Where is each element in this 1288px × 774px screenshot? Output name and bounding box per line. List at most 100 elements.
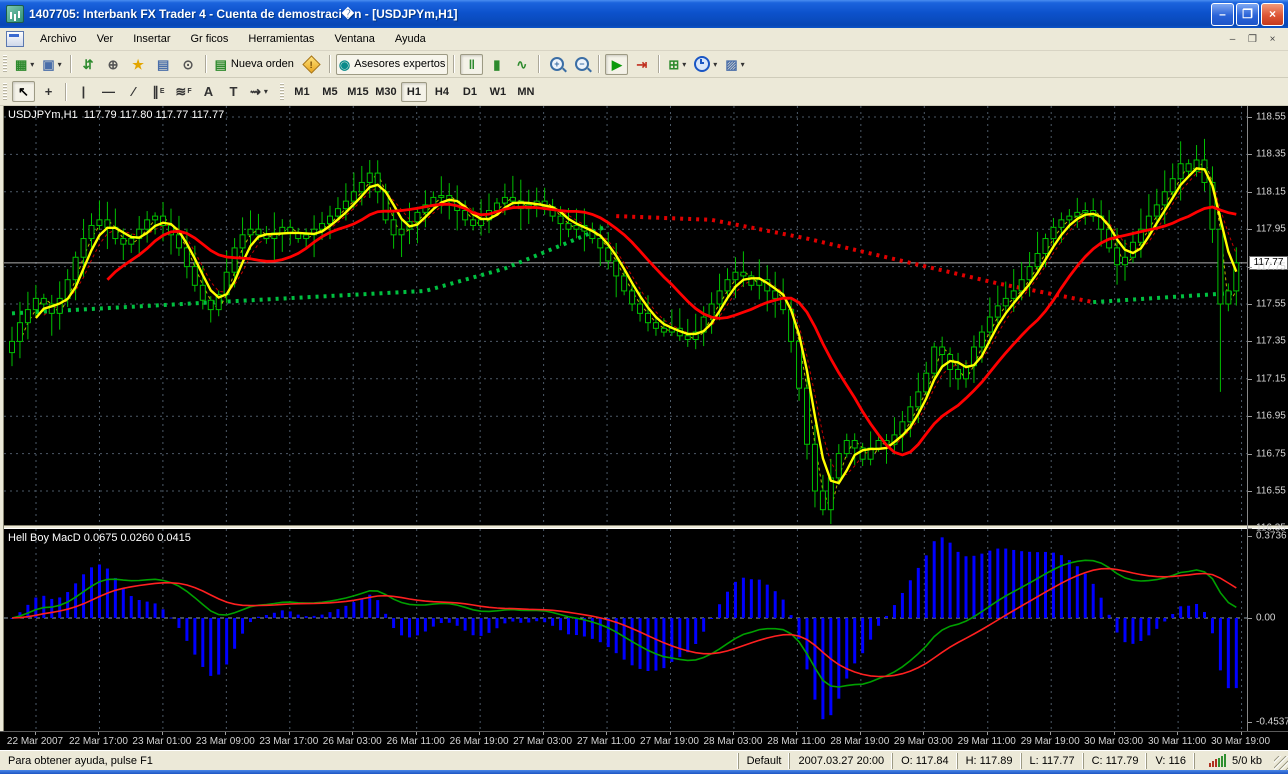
time-tick-mark [352,732,353,735]
cursor-button[interactable]: ↖ [12,81,35,102]
autoscroll-button[interactable]: ▶ [605,54,628,75]
chart-shift-icon: ⇥ [636,58,647,71]
standard-toolbar: ▦▾▣▾ ⇵⊕★ ▤ ⊙ ▤Nueva orden! ◉Asesores expertos… [0,51,1288,78]
text-label-button[interactable]: T [222,81,245,102]
chart-candles-button[interactable]: ▮ [485,54,508,75]
templates-button[interactable]: ▨▾ [722,54,747,75]
resize-grip[interactable] [1274,756,1288,770]
data-window-icon: ▤ [157,58,169,71]
axis-tick-mark [1248,536,1252,537]
timeframe-m15-button[interactable]: M15 [345,82,371,102]
child-close-button[interactable]: × [1263,31,1282,48]
periods-button[interactable]: ▾ [691,54,720,75]
text-button[interactable]: A [197,81,220,102]
menu-ventana[interactable]: Ventana [324,30,384,48]
price-tick: 117.75 [1256,261,1286,272]
timeframe-m5-button[interactable]: M5 [317,82,343,102]
status-bar-time: 2007.03.27 20:00 [789,753,892,769]
axis-tick-mark [1248,454,1252,455]
price-tick: 116.95 [1256,411,1286,422]
indicators-icon: ⊞ [668,58,679,71]
horizontal-line-button[interactable]: — [97,81,120,102]
toolbar-grip[interactable] [3,55,7,73]
chart-line-button[interactable]: ∿ [510,54,533,75]
menu-herramientas[interactable]: Herramientas [238,30,324,48]
dropdown-arrow-icon: ▾ [58,60,62,69]
timeframe-m30-button[interactable]: M30 [373,82,399,102]
indicators-button[interactable]: ⊞▾ [665,54,689,75]
crosshair-button[interactable]: + [37,81,60,102]
minimize-button[interactable]: – [1211,3,1234,26]
toolbar-grip[interactable] [3,83,7,101]
autoscroll-icon: ▶ [612,58,622,71]
time-tick-mark [35,732,36,735]
vertical-line-button[interactable]: | [72,81,95,102]
status-profile[interactable]: Default [738,753,790,769]
indicator-label: Hell Boy MacD 0.0675 0.0260 0.0415 [8,532,191,544]
status-high: H: 117.89 [957,753,1021,769]
text-icon: A [204,85,213,98]
time-axis[interactable]: 22 Mar 200722 Mar 17:0023 Mar 01:0023 Ma… [0,731,1288,751]
time-tick-mark [162,732,163,735]
menu-insertar[interactable]: Insertar [123,30,180,48]
zoom-in-button[interactable]: + [545,54,568,75]
arrows-button[interactable]: ⇝▾ [247,81,271,102]
menu-ayuda[interactable]: Ayuda [385,30,436,48]
time-tick-mark [1050,732,1051,735]
menu-archivo[interactable]: Archivo [30,30,87,48]
chart-bars-button[interactable]: ‖ [460,54,483,75]
time-tick-label: 23 Mar 09:00 [196,736,255,747]
data-window-button[interactable]: ▤ [152,54,175,75]
asesores-expertos-button[interactable]: ◉Asesores expertos [336,54,448,75]
time-tick-mark [479,732,480,735]
axis-tick-mark [1248,117,1252,118]
time-tick-label: 30 Mar 03:00 [1084,736,1143,747]
time-tick-mark [225,732,226,735]
toolbar-grip[interactable] [280,83,284,101]
strategy-tester-button[interactable]: ⊙ [177,54,200,75]
connection-status-icon [1203,754,1232,767]
close-button[interactable]: × [1261,3,1284,26]
child-minimize-button[interactable]: – [1223,31,1242,48]
axis-tick-mark [1248,722,1252,723]
timeframe-d1-button[interactable]: D1 [457,82,483,102]
nueva-orden-label: Nueva orden [231,58,294,70]
timeframe-mn-button[interactable]: MN [513,82,539,102]
periods-icon [694,56,710,72]
fibonacci-icon: ≋F [175,85,191,98]
zoom-out-button[interactable]: − [570,54,593,75]
status-open: O: 117.84 [892,753,957,769]
navigator-button[interactable]: ⊕ [102,54,125,75]
new-chart-button[interactable]: ▦▾ [12,54,37,75]
indicator-max-tick: 0.3736 [1256,531,1287,542]
menu-ver[interactable]: Ver [87,30,124,48]
toolbar-separator [205,55,207,73]
chart-shift-button[interactable]: ⇥ [630,54,653,75]
toolbar-separator [658,55,660,73]
axis-tick-mark [1248,192,1252,193]
equidistant-channel-button[interactable]: ∥E [147,81,170,102]
chart-line-icon: ∿ [516,58,527,71]
important-icon: ! [302,55,320,73]
main-chart-pane[interactable]: USDJPYm,H1 117.79 117.80 117.77 117.77 [4,106,1247,525]
profiles-button[interactable]: ▣▾ [39,54,64,75]
market-watch-button[interactable]: ⇵ [77,54,100,75]
favorites-button[interactable]: ★ [127,54,150,75]
maximize-button[interactable]: ❐ [1236,3,1259,26]
important-button[interactable]: ! [299,54,324,75]
line-studies-group: ↖+ |—∕∥E ≋F AT⇝▾ [11,81,272,102]
trendline-button[interactable]: ∕ [122,81,145,102]
nueva-orden-button[interactable]: ▤Nueva orden [212,54,297,75]
timeframe-h4-button[interactable]: H4 [429,82,455,102]
toolbar-separator [598,55,600,73]
menu-graficos[interactable]: Gr ficos [181,30,239,48]
timeframe-m1-button[interactable]: M1 [289,82,315,102]
fibonacci-button[interactable]: ≋F [172,81,195,102]
timeframe-w1-button[interactable]: W1 [485,82,511,102]
time-tick-mark [98,732,99,735]
price-axis[interactable]: 117.77 118.55118.35118.15117.95117.75117… [1247,106,1288,731]
indicator-pane[interactable]: Hell Boy MacD 0.0675 0.0260 0.0415 [4,529,1247,731]
child-restore-button[interactable]: ❐ [1243,31,1262,48]
zoom-out-icon: − [575,57,589,71]
timeframe-h1-button[interactable]: H1 [401,82,427,102]
